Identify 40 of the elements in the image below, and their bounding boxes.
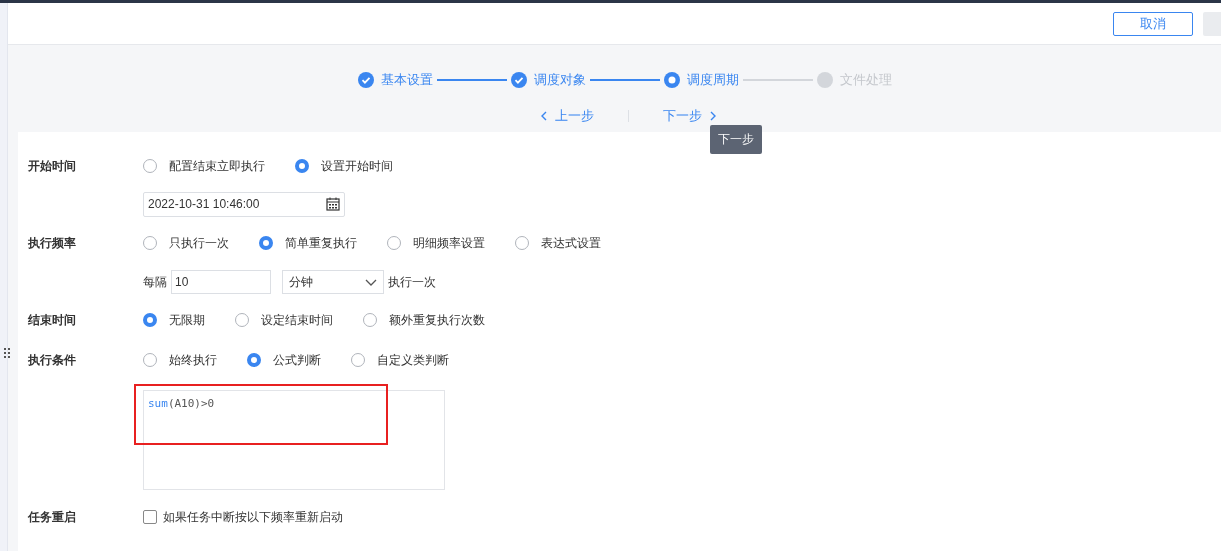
- option-label[interactable]: 表达式设置: [541, 234, 601, 252]
- option-label[interactable]: 无限期: [169, 311, 205, 329]
- radio-button[interactable]: [143, 313, 157, 327]
- tooltip: 下一步: [710, 125, 762, 154]
- option-label[interactable]: 设定结束时间: [261, 311, 333, 329]
- option-label[interactable]: 公式判断: [273, 351, 321, 369]
- prefix-text: 每隔: [143, 273, 167, 291]
- option-label[interactable]: 额外重复执行次数: [389, 311, 485, 329]
- chevron-left-icon: [540, 111, 548, 121]
- calendar-icon[interactable]: [326, 197, 340, 211]
- radio-button[interactable]: [295, 159, 309, 173]
- chevron-down-icon: [365, 278, 377, 286]
- drag-handle-icon[interactable]: [3, 347, 11, 360]
- unit-dropdown[interactable]: 分钟: [282, 270, 384, 294]
- datetime-field[interactable]: 2022-10-31 10:46:00: [143, 191, 345, 217]
- number-field[interactable]: 10: [171, 270, 271, 294]
- cancel-button[interactable]: 取消: [1113, 11, 1193, 36]
- field-label: 结束时间: [28, 312, 76, 327]
- option-label[interactable]: 简单重复执行: [285, 234, 357, 252]
- option-label[interactable]: 始终执行: [169, 351, 217, 369]
- option-label[interactable]: 配置结束立即执行: [169, 157, 265, 175]
- option-label[interactable]: 自定义类判断: [377, 351, 449, 369]
- formula-editor[interactable]: sum(A10)>0: [143, 390, 445, 490]
- suffix-text: 执行一次: [388, 273, 436, 291]
- field-label: 开始时间: [28, 158, 76, 173]
- option-label[interactable]: 只执行一次: [169, 234, 229, 252]
- field-label: 执行条件: [28, 352, 76, 367]
- option-label[interactable]: 明细频率设置: [413, 234, 485, 252]
- chevron-right-icon: [709, 111, 717, 121]
- option-label[interactable]: 如果任务中断按以下频率重新启动: [163, 508, 343, 526]
- field-label: 任务重启: [28, 509, 76, 524]
- step-label[interactable]: 调度对象: [533, 71, 586, 89]
- step-label[interactable]: 基本设置: [380, 71, 433, 89]
- radio-button[interactable]: [259, 236, 273, 250]
- field-label: 执行频率: [28, 235, 76, 250]
- step-label[interactable]: 调度周期: [686, 71, 739, 89]
- formula-text: sum(A10)>0: [148, 397, 215, 410]
- option-label[interactable]: 设置开始时间: [321, 157, 393, 175]
- checkbox[interactable]: [143, 510, 157, 524]
- radio-button[interactable]: [247, 353, 261, 367]
